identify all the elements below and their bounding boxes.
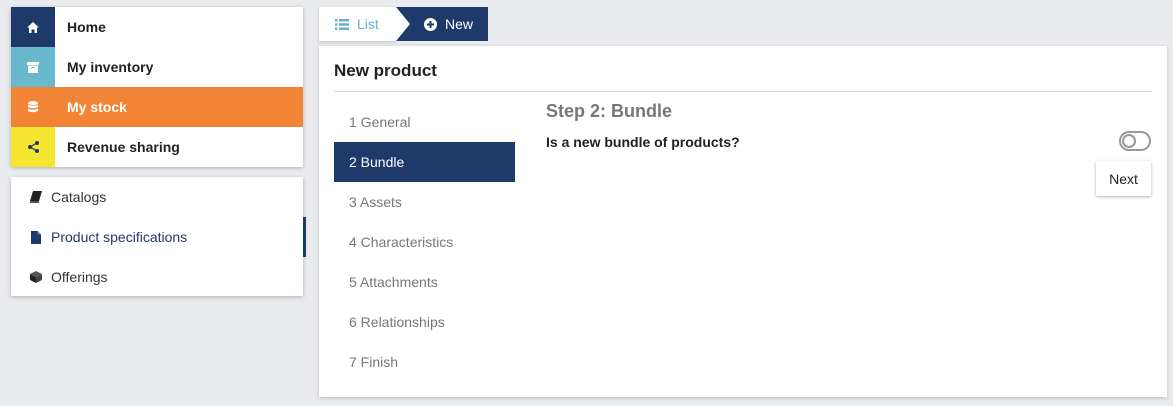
sub-item-label: Catalogs: [51, 189, 107, 205]
nav-label: Home: [67, 19, 106, 35]
main-nav: Home My inventory My stock Revenue shari…: [11, 7, 303, 167]
divider: [334, 91, 1152, 92]
list-icon: [335, 18, 349, 30]
step-attachments[interactable]: 5 Attachments: [334, 262, 515, 302]
book-icon: [29, 190, 43, 204]
sub-item-label: Offerings: [51, 269, 108, 285]
tab-list-label: List: [357, 16, 379, 32]
tab-list[interactable]: List: [319, 7, 396, 41]
nav-item-my-stock[interactable]: My stock: [11, 87, 303, 127]
cube-icon: [29, 270, 43, 284]
nav-item-my-inventory[interactable]: My inventory: [11, 47, 303, 87]
breadcrumb-tabs: List New: [319, 7, 488, 41]
home-icon: [11, 7, 55, 47]
bundle-toggle[interactable]: [1119, 131, 1151, 151]
nav-item-revenue-sharing[interactable]: Revenue sharing: [11, 127, 303, 167]
step-bundle[interactable]: 2 Bundle: [334, 142, 515, 182]
nav-item-home[interactable]: Home: [11, 7, 303, 47]
bundle-question: Is a new bundle of products?: [546, 134, 740, 150]
step-assets[interactable]: 3 Assets: [334, 182, 515, 222]
page-title: New product: [334, 61, 437, 80]
sub-item-label: Product specifications: [51, 229, 188, 245]
archive-icon: [11, 47, 55, 87]
file-icon: [29, 230, 43, 244]
nav-label: My inventory: [67, 59, 154, 75]
new-product-panel: New product 1 General 2 Bundle 3 Assets …: [319, 46, 1167, 397]
toggle-knob: [1122, 134, 1136, 148]
sub-item-catalogs[interactable]: Catalogs: [11, 177, 303, 217]
share-icon: [11, 127, 55, 167]
step-title: Step 2: Bundle: [546, 101, 673, 121]
tab-new[interactable]: New: [396, 7, 488, 41]
step-general[interactable]: 1 General: [334, 102, 515, 142]
nav-label: My stock: [67, 99, 127, 115]
next-button[interactable]: Next: [1096, 161, 1151, 196]
sub-item-product-specifications[interactable]: Product specifications: [11, 217, 306, 257]
step-finish[interactable]: 7 Finish: [334, 342, 515, 382]
sub-item-offerings[interactable]: Offerings: [11, 257, 303, 297]
sub-nav: Catalogs Product specifications Offering…: [11, 177, 306, 297]
tab-new-label: New: [445, 16, 474, 32]
database-icon: [11, 87, 55, 127]
step-relationships[interactable]: 6 Relationships: [334, 302, 515, 342]
step-characteristics[interactable]: 4 Characteristics: [334, 222, 515, 262]
nav-label: Revenue sharing: [67, 139, 180, 155]
step-list: 1 General 2 Bundle 3 Assets 4 Characteri…: [334, 102, 515, 382]
plus-circle-icon: [424, 17, 437, 31]
